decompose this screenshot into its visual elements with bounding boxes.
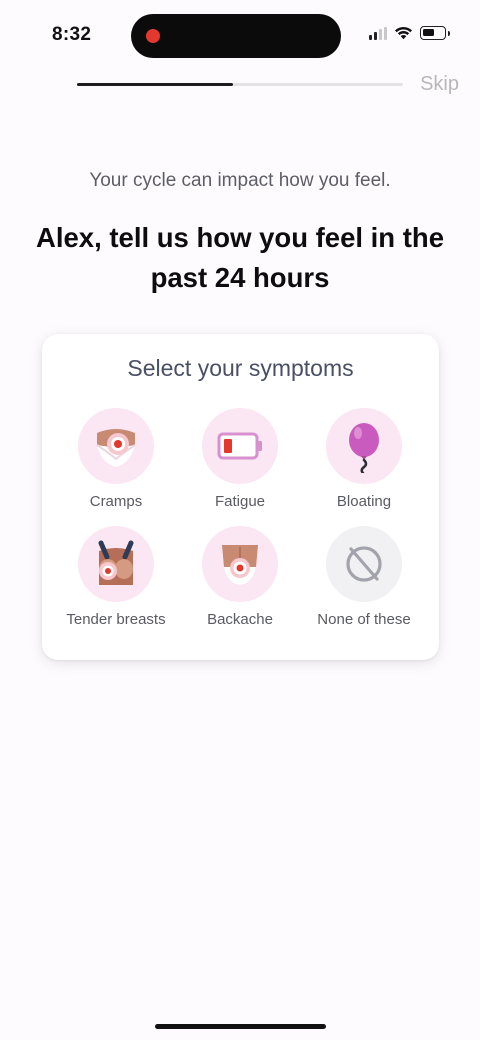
symptom-label: Backache xyxy=(207,611,273,628)
symptoms-card: Select your symptoms Cramps Fatigue Bloa… xyxy=(42,334,439,660)
none-icon xyxy=(326,526,402,602)
cramps-icon xyxy=(78,408,154,484)
onboarding-progress-bar xyxy=(77,83,403,86)
symptoms-card-title: Select your symptoms xyxy=(127,355,354,381)
backache-icon xyxy=(202,526,278,602)
low-battery-icon xyxy=(202,408,278,484)
symptom-label: None of these xyxy=(317,611,411,628)
recording-indicator-icon xyxy=(146,29,160,43)
home-indicator xyxy=(155,1024,326,1029)
skip-button[interactable]: Skip xyxy=(420,73,459,96)
symptom-option-tender-breasts[interactable]: Tender breasts xyxy=(54,526,178,628)
progress-fill xyxy=(77,83,234,86)
symptom-label: Tender breasts xyxy=(66,611,166,628)
battery-icon xyxy=(420,26,450,40)
symptom-label: Cramps xyxy=(89,493,143,510)
wifi-icon xyxy=(395,26,412,40)
status-time: 8:32 xyxy=(52,24,92,45)
symptom-label: Bloating xyxy=(336,493,392,510)
symptom-option-cramps[interactable]: Cramps xyxy=(54,408,178,510)
symptom-option-none[interactable]: None of these xyxy=(302,526,426,628)
symptom-option-backache[interactable]: Backache xyxy=(178,526,302,628)
cellular-signal-icon xyxy=(369,26,387,40)
symptom-option-bloating[interactable]: Bloating xyxy=(302,408,426,510)
status-icons xyxy=(369,26,450,40)
symptom-option-fatigue[interactable]: Fatigue xyxy=(178,408,302,510)
subtitle: Your cycle can impact how you feel. xyxy=(89,170,391,191)
page-title-line-1: Alex, tell us how you feel in the xyxy=(36,222,444,253)
dynamic-island xyxy=(131,14,341,58)
symptom-label: Fatigue xyxy=(214,493,266,510)
tender-breasts-icon xyxy=(78,526,154,602)
page-title: Alex, tell us how you feel in the past 2… xyxy=(0,218,480,298)
balloon-icon xyxy=(326,408,402,484)
page-title-line-2: past 24 hours xyxy=(150,262,330,293)
